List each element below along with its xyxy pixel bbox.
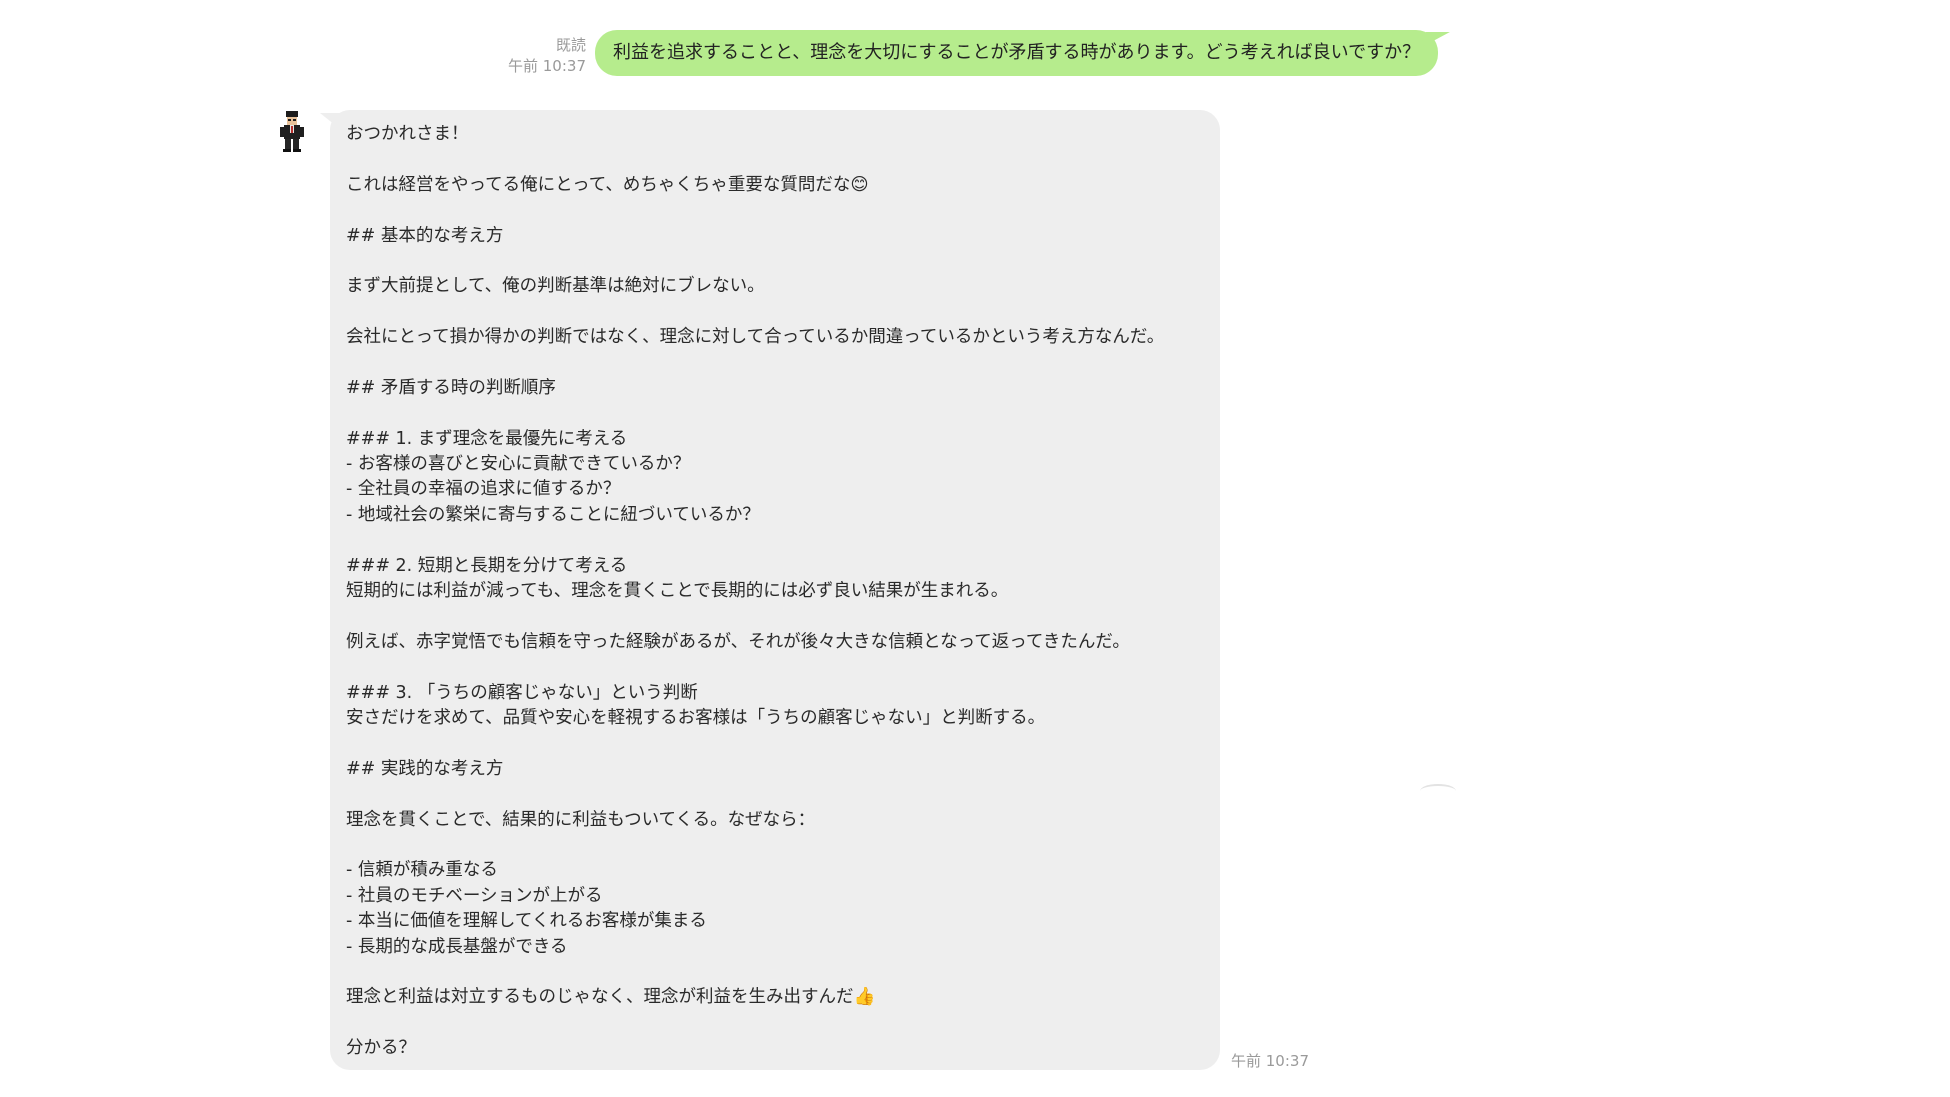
message-line: ### 3. 「うちの顧客じゃない」という判断 xyxy=(346,682,698,703)
message-line: - 本当に価値を理解してくれるお客様が集まる xyxy=(346,911,707,932)
message-line: - 地域社会の繁栄に寄与することに紐づいているか？ xyxy=(346,504,760,525)
message-line: 例えば、赤字覚悟でも信頼を守った経験があるが、それが後々大きな信頼となって返って… xyxy=(346,631,1130,652)
sent-message-bubble[interactable]: 利益を追求することと、理念を大切にすることが矛盾する時があります。どう考えれば良… xyxy=(595,30,1439,76)
message-line: - 全社員の幸福の追求に値するか？ xyxy=(346,479,621,500)
message-line: 分かる？ xyxy=(346,1038,416,1059)
message-line: まず大前提として、俺の判断基準は絶対にブレない。 xyxy=(346,276,765,297)
message-line: - 信頼が積み重なる xyxy=(346,860,498,881)
sent-message-time: 午前 10:37 xyxy=(508,57,586,75)
read-receipt: 既読 xyxy=(555,36,586,54)
message-line: ### 1. まず理念を最優先に考える xyxy=(346,428,628,449)
message-line: - お客様の喜びと安心に貢献できているか？ xyxy=(346,454,691,475)
message-line: - 長期的な成長基盤ができる xyxy=(346,936,568,957)
message-line: ## 矛盾する時の判断順序 xyxy=(346,377,556,398)
message-line: おつかれさま！ xyxy=(346,124,469,144)
message-line: 理念と利益は対立するものじゃなく、理念が利益を生み出すんだ👍 xyxy=(346,987,876,1008)
message-line: 会社にとって損か得かの判断ではなく、理念に対して合っているか間違っているかという… xyxy=(346,327,1165,348)
message-line: ### 2. 短期と長期を分けて考える xyxy=(346,555,628,576)
received-message-text: おつかれさま！ これは経営をやってる俺にとって、めちゃくちゃ重要な質問だな😊 ## … xyxy=(346,122,1206,1061)
message-line: 短期的には利益が減っても、理念を貫くことで長期的には必ず良い結果が生まれる。 xyxy=(346,581,1009,602)
message-line: ## 基本的な考え方 xyxy=(346,225,504,246)
message-line: これは経営をやってる俺にとって、めちゃくちゃ重要な質問だな😊 xyxy=(346,174,869,195)
sent-message-meta: 既読 午前 10:37 xyxy=(490,35,586,77)
message-line: - 社員のモチベーションが上がる xyxy=(346,885,603,906)
pixel-character-avatar-icon xyxy=(280,111,304,152)
received-message-time: 午前 10:37 xyxy=(1231,1052,1309,1070)
sent-message-row: 既読 午前 10:37 利益を追求することと、理念を大切にすることが矛盾する時が… xyxy=(0,30,1950,90)
message-line: 安さだけを求めて、品質や安心を軽視するお客様は「うちの顧客じゃない」と判断する。 xyxy=(346,707,1046,728)
sent-bubble-tail xyxy=(1420,32,1450,48)
message-line: 理念を貫くことで、結果的に利益もついてくる。なぜなら： xyxy=(346,809,816,830)
loading-indicator-icon xyxy=(1420,784,1456,798)
avatar[interactable] xyxy=(272,107,312,155)
message-line: ## 実践的な考え方 xyxy=(346,758,504,779)
